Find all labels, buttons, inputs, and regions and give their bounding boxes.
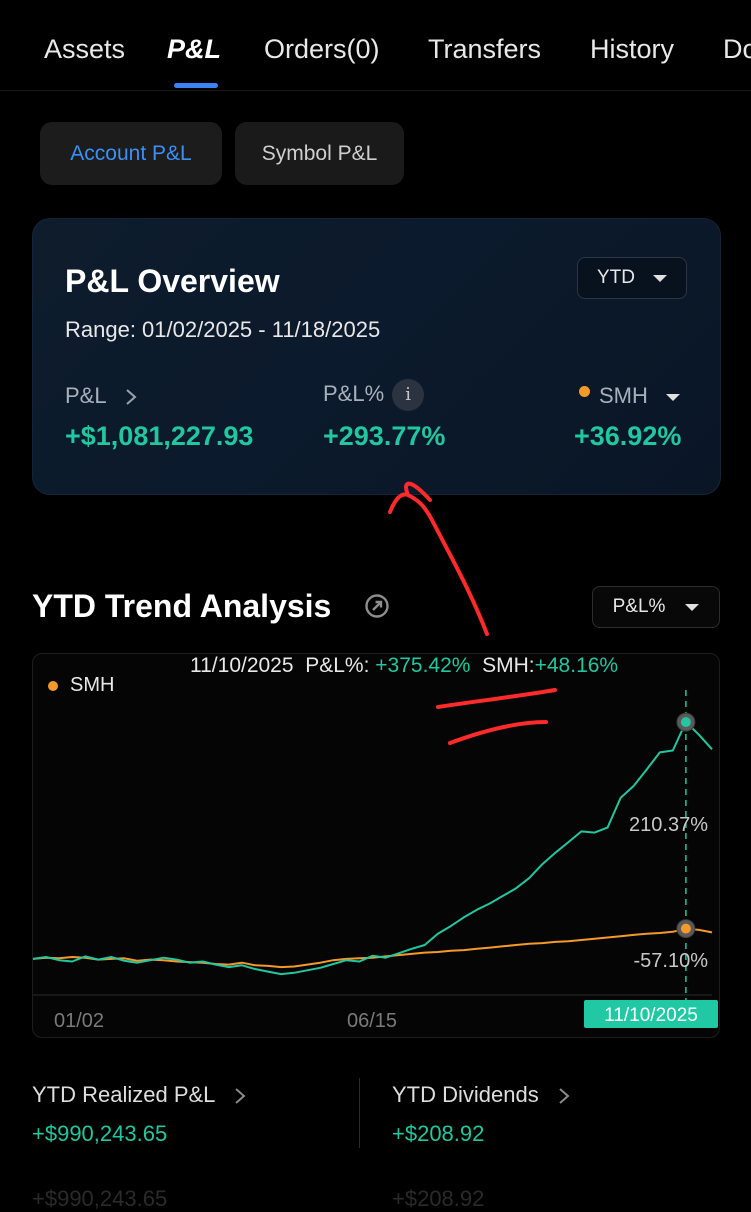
realized-pnl-value: +$990,243.65 — [32, 1121, 168, 1146]
dividends-link[interactable]: YTD Dividends — [392, 1082, 571, 1108]
realized-pnl-link[interactable]: YTD Realized P&L — [32, 1082, 247, 1108]
x-highlight-label: 11/10/2025 — [604, 1005, 698, 1026]
tooltip-smh-value: +48.16% — [534, 654, 619, 677]
dividends-label: YTD Dividends — [392, 1082, 539, 1107]
annotation-arrow — [388, 481, 489, 636]
trend-chart: 210.37% -57.10% 01/02 06/15 11/10/2025 — [32, 481, 718, 1032]
legend-label: SMH — [70, 674, 115, 696]
annotation-underline — [436, 688, 557, 709]
y-tick-label: -57.10% — [634, 950, 709, 972]
chevron-right-icon — [559, 1088, 570, 1104]
tooltip-smh-label: SMH: — [482, 654, 535, 677]
marker-point-smh — [680, 923, 691, 934]
dividends-value: +$208.92 — [392, 1121, 485, 1146]
y-tick-label: 210.37% — [629, 814, 708, 836]
annotation-underline — [448, 720, 548, 745]
tooltip-pnl-label: P&L%: — [305, 654, 370, 677]
chart-tooltip: 11/10/2025 P&L%: +375.42% SMH:+48.16% — [190, 654, 618, 678]
stats-divider — [359, 1078, 360, 1148]
ghost-dividends-value: +$208.92 — [392, 1186, 485, 1211]
marker-point-pnl — [680, 717, 691, 728]
chevron-right-icon — [235, 1088, 246, 1104]
ghost-realized-value: +$990,243.65 — [32, 1186, 168, 1211]
chart-legend: SMH — [48, 674, 114, 697]
x-tick-label: 01/02 — [54, 1010, 104, 1032]
legend-dot-icon — [48, 680, 58, 691]
x-tick-label: 06/15 — [347, 1010, 397, 1032]
realized-pnl-label: YTD Realized P&L — [32, 1082, 215, 1107]
tooltip-date: 11/10/2025 — [190, 654, 294, 677]
tooltip-pnl-value: +375.42% — [375, 654, 471, 677]
